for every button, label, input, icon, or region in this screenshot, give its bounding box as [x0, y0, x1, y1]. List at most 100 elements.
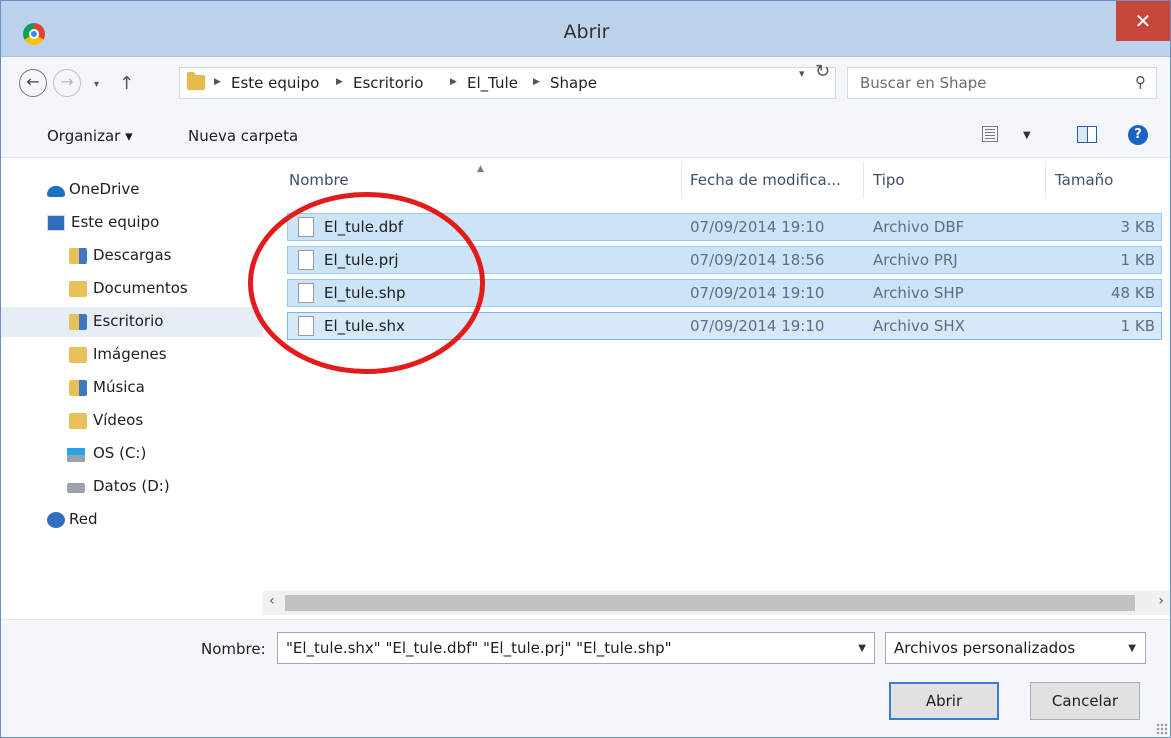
filetype-chevron-icon[interactable]: ▼ [1128, 643, 1136, 654]
breadcrumb-separator-icon[interactable]: ▶ [214, 77, 221, 87]
horizontal-scrollbar[interactable]: ‹ › [263, 591, 1170, 615]
file-name: El_tule.prj [324, 251, 399, 269]
search-icon[interactable]: ⚲ [1135, 73, 1146, 91]
sidebar-item-escritorio[interactable]: Escritorio [1, 307, 263, 337]
folder-icon [187, 72, 205, 90]
sidebar-item-label: Este equipo [71, 213, 160, 231]
forward-button[interactable]: → [53, 69, 81, 97]
column-divider[interactable] [1045, 162, 1046, 198]
open-file-dialog: Abrir ✕ ← → ▾ ↑ ▶ Este equipo ▶ Escritor… [0, 0, 1171, 738]
file-list: Nombre ▲ Fecha de modifica... Tipo Tamañ… [263, 158, 1170, 620]
file-date: 07/09/2014 19:10 [690, 218, 825, 236]
filetype-select[interactable]: Archivos personalizados ▼ [885, 632, 1146, 664]
command-toolbar: Organizar ▾ Nueva carpeta ▼ ? [1, 111, 1170, 157]
breadcrumb-escritorio[interactable]: Escritorio [353, 74, 423, 92]
column-header-size[interactable]: Tamaño [1055, 171, 1113, 189]
file-name: El_tule.shp [324, 284, 406, 302]
breadcrumb-separator-icon[interactable]: ▶ [533, 77, 540, 87]
preview-pane-icon[interactable] [1077, 126, 1097, 143]
breadcrumb-separator-icon[interactable]: ▶ [450, 77, 457, 87]
file-icon [298, 283, 314, 303]
sort-ascending-icon: ▲ [477, 164, 484, 174]
network-icon [47, 512, 65, 528]
sidebar-item-label: Descargas [93, 246, 172, 264]
sidebar-item-onedrive[interactable]: OneDrive [1, 175, 263, 205]
file-icon [298, 217, 314, 237]
file-type: Archivo SHX [873, 317, 965, 335]
search-input[interactable]: Buscar en Shape ⚲ [847, 67, 1157, 99]
change-view-icon[interactable] [982, 126, 998, 142]
new-folder-button[interactable]: Nueva carpeta [188, 127, 298, 145]
file-name: El_tule.shx [324, 317, 405, 335]
sidebar-item-imagenes[interactable]: Imágenes [1, 340, 263, 370]
videos-folder-icon [69, 413, 87, 429]
file-row[interactable]: El_tule.dbf 07/09/2014 19:10 Archivo DBF… [287, 213, 1162, 241]
filename-history-chevron-icon[interactable]: ▼ [858, 643, 866, 654]
dialog-footer: Nombre: "El_tule.shx" "El_tule.dbf" "El_… [1, 619, 1170, 737]
sidebar-item-este-equipo[interactable]: Este equipo [1, 208, 263, 238]
recent-locations-chevron-icon[interactable]: ▾ [94, 79, 99, 90]
filetype-value: Archivos personalizados [894, 639, 1076, 657]
sidebar-item-red[interactable]: Red [1, 505, 263, 535]
path-dropdown-chevron-icon[interactable]: ▾ [799, 67, 805, 80]
breadcrumb-shape[interactable]: Shape [550, 74, 597, 92]
file-size: 3 KB [1120, 218, 1155, 236]
file-type: Archivo DBF [873, 218, 965, 236]
address-bar: ← → ▾ ↑ ▶ Este equipo ▶ Escritorio ▶ El_… [1, 57, 1170, 111]
sidebar-item-videos[interactable]: Vídeos [1, 406, 263, 436]
file-date: 07/09/2014 18:56 [690, 251, 825, 269]
documents-folder-icon [69, 281, 87, 297]
sidebar-item-os-c[interactable]: OS (C:) [1, 439, 263, 469]
sidebar-item-datos-d[interactable]: Datos (D:) [1, 472, 263, 502]
column-divider[interactable] [681, 162, 682, 198]
sidebar-item-descargas[interactable]: Descargas [1, 241, 263, 271]
sidebar-item-label: Imágenes [93, 345, 167, 363]
help-icon[interactable]: ? [1128, 125, 1148, 145]
open-button[interactable]: Abrir [889, 682, 999, 720]
scroll-left-icon[interactable]: ‹ [269, 593, 275, 609]
file-row[interactable]: El_tule.shp 07/09/2014 19:10 Archivo SHP… [287, 279, 1162, 307]
file-size: 1 KB [1120, 317, 1155, 335]
file-size: 48 KB [1111, 284, 1155, 302]
breadcrumb-este-equipo[interactable]: Este equipo [231, 74, 319, 92]
onedrive-icon [47, 186, 65, 197]
cancel-button[interactable]: Cancelar [1030, 682, 1140, 720]
sidebar-item-label: Vídeos [93, 411, 144, 429]
breadcrumb[interactable]: ▶ Este equipo ▶ Escritorio ▶ El_Tule ▶ S… [179, 67, 836, 99]
organize-menu-button[interactable]: Organizar ▾ [47, 127, 133, 145]
column-divider[interactable] [863, 162, 864, 198]
filename-value: "El_tule.shx" "El_tule.dbf" "El_tule.prj… [286, 639, 672, 657]
file-row[interactable]: El_tule.prj 07/09/2014 18:56 Archivo PRJ… [287, 246, 1162, 274]
filename-label: Nombre: [201, 640, 266, 658]
music-folder-icon [69, 380, 87, 396]
file-icon [298, 250, 314, 270]
dialog-title: Abrir [563, 21, 610, 43]
scroll-right-icon[interactable]: › [1158, 593, 1164, 609]
file-row[interactable]: El_tule.shx 07/09/2014 19:10 Archivo SHX… [287, 312, 1162, 340]
file-type: Archivo SHP [873, 284, 964, 302]
breadcrumb-el-tule[interactable]: El_Tule [467, 74, 518, 92]
view-options-chevron-icon[interactable]: ▼ [1023, 130, 1031, 141]
column-header-name[interactable]: Nombre [289, 171, 349, 189]
filename-input[interactable]: "El_tule.shx" "El_tule.dbf" "El_tule.prj… [277, 632, 875, 664]
search-placeholder: Buscar en Shape [860, 74, 987, 92]
back-button[interactable]: ← [19, 69, 47, 97]
file-name: El_tule.dbf [324, 218, 404, 236]
close-button[interactable]: ✕ [1116, 1, 1170, 41]
scrollbar-thumb[interactable] [285, 595, 1135, 611]
up-button[interactable]: ↑ [119, 73, 134, 94]
refresh-icon[interactable]: ↻ [815, 61, 830, 82]
sidebar-item-documentos[interactable]: Documentos [1, 274, 263, 304]
file-date: 07/09/2014 19:10 [690, 317, 825, 335]
breadcrumb-separator-icon[interactable]: ▶ [336, 77, 343, 87]
downloads-folder-icon [69, 248, 87, 264]
sidebar-item-musica[interactable]: Música [1, 373, 263, 403]
sidebar-item-label: Escritorio [93, 312, 164, 330]
column-header-date[interactable]: Fecha de modifica... [690, 171, 841, 189]
column-header-type[interactable]: Tipo [873, 171, 905, 189]
title-bar: Abrir ✕ [1, 1, 1170, 57]
file-type: Archivo PRJ [873, 251, 958, 269]
file-date: 07/09/2014 19:10 [690, 284, 825, 302]
sidebar-item-label: OneDrive [69, 180, 140, 198]
resize-grip-icon[interactable] [1156, 723, 1168, 735]
